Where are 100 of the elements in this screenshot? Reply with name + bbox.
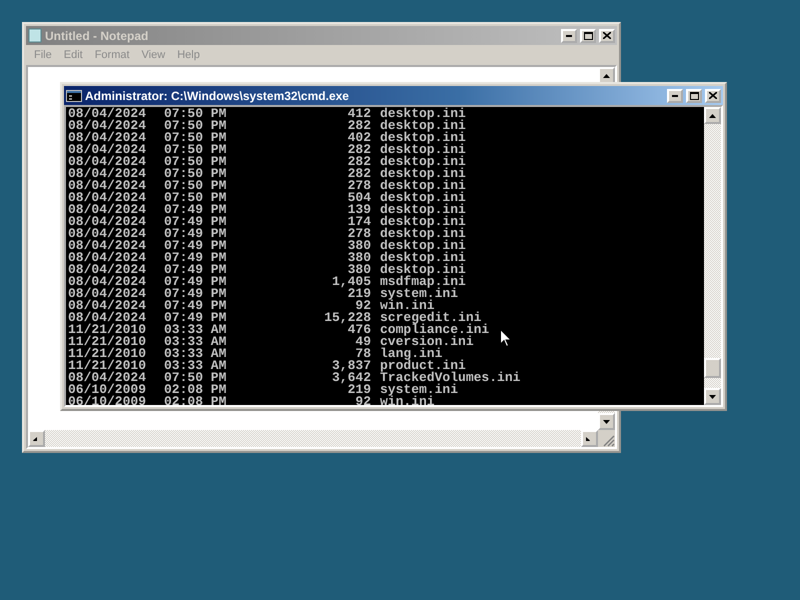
time-text: 03:33 AM (164, 348, 228, 360)
file-name: desktop.ini (379, 264, 466, 276)
date-text: 08/04/2024 (68, 108, 148, 120)
minimize-button[interactable] (561, 28, 577, 42)
time-text: 07:49 PM (164, 276, 228, 288)
date-text: 08/04/2024 (68, 312, 148, 324)
size-text: 402 (346, 132, 371, 144)
menu-item[interactable]: Help (173, 49, 204, 61)
size-text: 219 (348, 288, 371, 300)
date-text: 06/10/2009 (68, 396, 148, 405)
size-text: 282 (346, 168, 371, 180)
size-text: 78 (355, 348, 371, 360)
size-text: 380 (346, 252, 371, 264)
size-text: 49 (354, 336, 371, 348)
scroll-up-button[interactable] (704, 107, 721, 124)
menu-item[interactable]: File (30, 49, 56, 61)
time-text: 07:50 PM (164, 108, 228, 120)
scroll-thumb[interactable] (704, 358, 721, 378)
time-text: 07:50 PM (164, 120, 228, 132)
time-text: 03:33 AM (164, 360, 228, 372)
file-name: desktop.ini (379, 168, 466, 180)
file-name: system.ini (379, 288, 458, 300)
size-text: 278 (346, 228, 371, 240)
menu-item[interactable]: Format (90, 49, 134, 61)
file-name: cversion.ini (379, 336, 474, 348)
menu-item[interactable]: View (138, 49, 170, 61)
time-text: 07:50 PM (164, 144, 228, 156)
date-text: 08/04/2024 (68, 180, 148, 192)
up-arrow-icon (709, 114, 716, 118)
time-text: 07:49 PM (164, 300, 228, 312)
minimize-icon (672, 94, 678, 96)
date-text: 08/04/2024 (68, 120, 148, 132)
file-name: desktop.ini (379, 108, 466, 120)
size-text: 380 (346, 240, 371, 252)
file-name: desktop.ini (379, 228, 466, 240)
time-text: 02:08 PM (164, 384, 228, 396)
close-icon (603, 32, 611, 39)
file-name: lang.ini (379, 348, 442, 360)
maximize-button[interactable] (580, 28, 596, 42)
scroll-left-button[interactable] (28, 430, 45, 447)
window-title: Untitled - Notepad (45, 28, 150, 42)
time-text: 07:50 PM (164, 168, 228, 180)
size-text: 92 (355, 300, 371, 312)
file-name: win.ini (379, 300, 435, 312)
time-text: 03:33 AM (164, 336, 228, 348)
scroll-down-button[interactable] (598, 413, 615, 430)
file-name: product.ini (379, 360, 466, 372)
down-arrow-icon (709, 394, 716, 398)
date-text: 08/04/2024 (68, 228, 148, 240)
time-text: 07:50 PM (164, 132, 228, 144)
time-text: 07:49 PM (164, 252, 228, 264)
time-text: 07:50 PM (164, 372, 228, 384)
size-grip-icon[interactable] (603, 435, 615, 447)
maximize-icon (584, 32, 592, 40)
size-text: 476 (348, 324, 371, 336)
size-text: 282 (346, 156, 371, 168)
size-text: 3,642 (330, 372, 371, 384)
file-name: compliance.ini (379, 324, 490, 336)
size-text: 282 (346, 120, 371, 132)
time-text: 07:49 PM (164, 216, 228, 228)
notepad-icon (28, 28, 42, 43)
size-text: 15,228 (323, 312, 371, 324)
file-name: desktop.ini (379, 240, 466, 252)
minimize-button[interactable] (667, 88, 683, 102)
maximize-icon (690, 92, 698, 100)
time-text: 07:50 PM (164, 180, 228, 192)
time-text: 07:49 PM (164, 312, 228, 324)
horizontal-scrollbar[interactable] (28, 430, 598, 447)
size-text: 174 (346, 216, 371, 228)
date-text: 08/04/2024 (68, 216, 148, 228)
size-text: 278 (346, 180, 371, 192)
size-text: 3,837 (330, 360, 371, 372)
date-text: 11/21/2010 (68, 348, 148, 360)
window-title: Administrator: C:\Windows\system32\cmd.exe (85, 88, 350, 102)
date-text: 08/04/2024 (68, 300, 148, 312)
file-name: desktop.ini (379, 180, 466, 192)
date-text: 08/04/2024 (68, 192, 148, 204)
vertical-scrollbar[interactable] (704, 107, 721, 405)
scroll-right-button[interactable] (581, 430, 598, 447)
date-text: 08/04/2024 (68, 276, 148, 288)
size-text: 139 (346, 204, 371, 216)
time-text: 07:49 PM (164, 228, 228, 240)
date-text: 11/21/2010 (68, 360, 148, 372)
file-name: scregedit.ini (379, 312, 482, 324)
file-name: desktop.ini (379, 132, 466, 144)
date-text: 08/04/2024 (68, 156, 148, 168)
file-name: desktop.ini (379, 156, 466, 168)
time-text: 07:49 PM (164, 240, 228, 252)
date-text: 08/04/2024 (68, 288, 148, 300)
size-text: 1,405 (330, 276, 371, 288)
close-button[interactable] (599, 28, 615, 42)
scroll-down-button[interactable] (704, 388, 721, 405)
time-text: 03:33 AM (164, 324, 228, 336)
date-text: 11/21/2010 (68, 324, 148, 336)
close-button[interactable] (705, 88, 721, 102)
menu-item[interactable]: Edit (60, 49, 87, 61)
date-text: 08/04/2024 (68, 168, 148, 180)
file-name: TrackedVolumes.ini (379, 372, 520, 384)
file-name: desktop.ini (379, 204, 466, 216)
maximize-button[interactable] (686, 88, 702, 102)
